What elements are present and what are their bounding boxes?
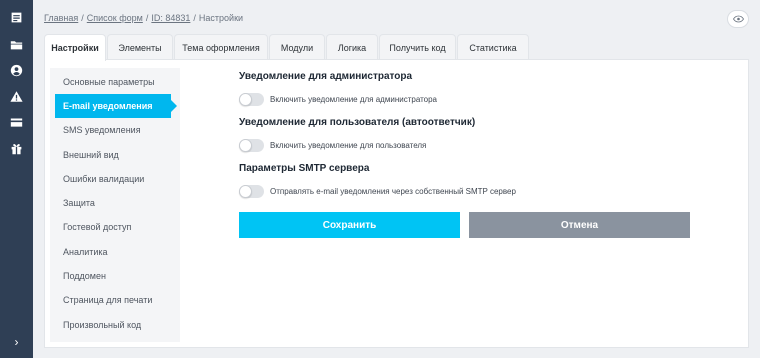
save-button[interactable]: Сохранить xyxy=(239,212,460,238)
toggle-switch[interactable] xyxy=(239,185,264,198)
tab-theme[interactable]: Тема оформления xyxy=(174,34,268,60)
subnav-item-protection[interactable]: Защита xyxy=(50,191,180,215)
subnav-item-sms-notifications[interactable]: SMS уведомления xyxy=(50,118,180,142)
smtp-toggle[interactable]: Отправлять e-mail уведомления через собс… xyxy=(239,185,516,198)
app-sidebar: › xyxy=(0,0,33,358)
forms-icon[interactable] xyxy=(8,9,25,26)
breadcrumb-current: Настройки xyxy=(198,13,244,23)
tab-logic[interactable]: Логика xyxy=(326,34,378,60)
breadcrumb: Главная / Список форм / ID: 84831/Настройки xyxy=(44,13,243,23)
folder-icon[interactable] xyxy=(8,36,25,53)
settings-subnav: Основные параметры E-mail уведомления SM… xyxy=(50,68,180,342)
tab-statistics[interactable]: Статистика xyxy=(457,34,529,60)
toggle-label: Включить уведомление для администратора xyxy=(270,95,438,104)
breadcrumb-form-id-link[interactable]: ID: 84831 xyxy=(151,13,190,23)
subnav-item-print-page[interactable]: Страница для печати xyxy=(50,288,180,312)
breadcrumb-separator: / xyxy=(81,13,84,23)
toggle-label: Включить уведомление для пользователя xyxy=(270,141,427,150)
subnav-item-guest-access[interactable]: Гостевой доступ xyxy=(50,215,180,239)
eye-icon xyxy=(732,15,744,23)
breadcrumb-home-link[interactable]: Главная xyxy=(44,13,78,23)
expand-sidebar-button[interactable]: › xyxy=(9,335,24,350)
user-notification-toggle[interactable]: Включить уведомление для пользователя xyxy=(239,139,426,152)
cancel-button[interactable]: Отмена xyxy=(469,212,690,238)
toggle-knob xyxy=(239,185,252,198)
tab-modules[interactable]: Модули xyxy=(269,34,325,60)
toggle-switch[interactable] xyxy=(239,139,264,152)
tab-elements[interactable]: Элементы xyxy=(107,34,173,60)
subnav-item-basic-params[interactable]: Основные параметры xyxy=(50,70,180,94)
toggle-switch[interactable] xyxy=(239,93,264,106)
subnav-item-subdomain[interactable]: Поддомен xyxy=(50,264,180,288)
gift-icon[interactable] xyxy=(8,140,25,157)
toggle-label: Отправлять e-mail уведомления через собс… xyxy=(270,187,516,196)
toggle-knob xyxy=(239,139,252,152)
subnav-item-custom-code[interactable]: Произвольный код xyxy=(50,313,180,337)
toggle-knob xyxy=(239,93,252,106)
account-icon[interactable] xyxy=(8,62,25,79)
tab-settings[interactable]: Настройки xyxy=(44,34,106,61)
preview-button[interactable] xyxy=(727,10,749,28)
subnav-item-validation-errors[interactable]: Ошибки валидации xyxy=(50,167,180,191)
breadcrumb-separator: / xyxy=(193,13,196,23)
subnav-item-appearance[interactable]: Внешний вид xyxy=(50,143,180,167)
billing-card-icon[interactable] xyxy=(8,114,25,131)
subnav-item-email-notifications[interactable]: E-mail уведомления xyxy=(55,94,177,118)
section-title-admin-notification: Уведомление для администратора xyxy=(239,71,413,82)
breadcrumb-forms-list-link[interactable]: Список форм xyxy=(87,13,143,23)
breadcrumb-separator: / xyxy=(145,13,149,23)
tab-get-code[interactable]: Получить код xyxy=(379,34,456,60)
section-title-smtp: Параметры SMTP сервера xyxy=(239,163,370,174)
section-title-user-notification: Уведомление для пользователя (автоответч… xyxy=(239,117,476,128)
admin-notification-toggle[interactable]: Включить уведомление для администратора xyxy=(239,93,437,106)
subnav-item-analytics[interactable]: Аналитика xyxy=(50,240,180,264)
warning-icon[interactable] xyxy=(8,88,25,105)
